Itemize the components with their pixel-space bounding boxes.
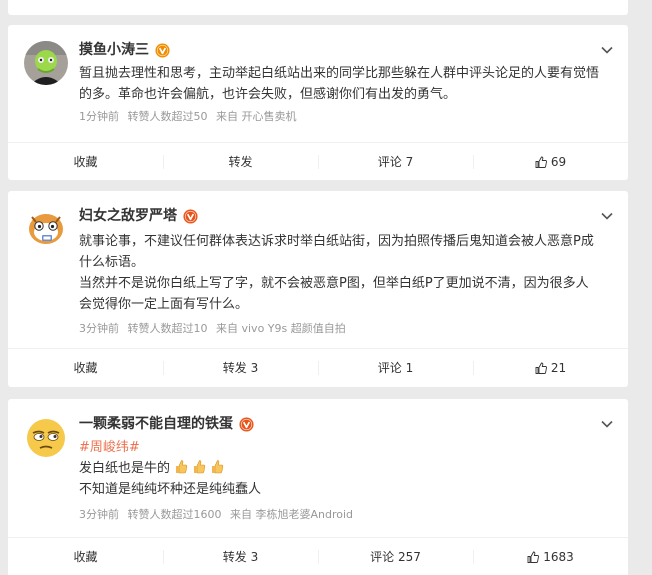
thumbs-up-emoji-icon [176, 460, 188, 474]
post-time[interactable]: 1分钟前 [79, 110, 119, 123]
post-text-line-1: 发白纸也是牛的 [79, 458, 600, 479]
verified-badge-icon [183, 208, 198, 224]
post-content: #周峻纬# 发白纸也是牛的 不知道是纯纯坏种还是纯纯蠢人 [79, 437, 600, 500]
collect-label: 收藏 [73, 155, 98, 169]
chevron-down-icon[interactable] [600, 417, 614, 431]
thumbs-up-icon [527, 551, 540, 563]
post-time[interactable]: 3分钟前 [79, 322, 119, 335]
post-text: 发白纸也是牛的 [79, 461, 171, 476]
repost-label: 转发 [228, 155, 253, 169]
like-count: 1683 [543, 549, 574, 564]
comment-label: 评论 257 [370, 550, 421, 564]
repost-button[interactable]: 转发 [163, 143, 318, 180]
repost-count-note: 转赞人数超过1600 [127, 508, 222, 521]
post-text-paragraph-2: 当然并不是说你白纸上写了字，就不会被恶意P图，但举白纸P了更加说不清，因为很多人… [79, 276, 589, 312]
post-text-paragraph-1: 就事论事，不建议任何群体表达诉求时举白纸站街，因为拍照传播后鬼知道会被人恶意P成… [79, 234, 594, 270]
comment-button[interactable]: 评论 7 [318, 143, 473, 180]
post-content: 暂且抛去理性和思考，主动举起白纸站出来的同学比那些躲在人群中评头论足的人要有觉悟… [79, 63, 600, 105]
username-text[interactable]: 妇女之敌罗严塔 [79, 206, 177, 226]
comment-button[interactable]: 评论 1 [318, 349, 473, 386]
verified-badge-icon [239, 416, 254, 432]
collect-button[interactable]: 收藏 [8, 143, 163, 180]
feed-card-2: 妇女之敌罗严塔 就事论事，不建议任何群体表达诉求时举白纸站街，因为拍照传播后鬼知… [8, 191, 628, 387]
repost-button[interactable]: 转发 3 [163, 349, 318, 386]
repost-count-note: 转赞人数超过50 [127, 110, 208, 123]
post-meta: 3分钟前 转赞人数超过1600 来自 李栋旭老婆Android [79, 507, 358, 523]
like-button[interactable]: 69 [473, 143, 628, 180]
post-meta: 3分钟前 转赞人数超过10 来自 vivo Y9s 超颜值自拍 [79, 321, 351, 337]
username[interactable]: 摸鱼小涛三 [79, 40, 170, 60]
verified-badge-icon [155, 42, 170, 58]
collect-label: 收藏 [73, 550, 98, 564]
like-button[interactable]: 21 [473, 349, 628, 386]
post-text-line-2: 不知道是纯纯坏种还是纯纯蠢人 [79, 482, 262, 497]
thumbs-up-icon [535, 156, 547, 168]
post-source: 来自 vivo Y9s 超颜值自拍 [216, 322, 346, 335]
repost-label: 转发 3 [222, 550, 259, 564]
collect-button[interactable]: 收藏 [8, 538, 163, 575]
action-bar: 收藏 转发 3 评论 1 21 [8, 348, 628, 386]
post-meta: 1分钟前 转赞人数超过50 来自 开心售卖机 [79, 109, 302, 125]
feed-card-3: 一颗柔弱不能自理的铁蛋 #周峻纬# 发白纸也是牛的 不知道是纯纯坏种还是纯纯蠢人… [8, 399, 628, 575]
comment-label: 评论 1 [377, 361, 414, 375]
like-button[interactable]: 1683 [473, 538, 628, 575]
thumbs-up-icon [535, 362, 547, 374]
like-count: 21 [550, 360, 567, 375]
post-source: 来自 开心售卖机 [216, 110, 297, 123]
post-time[interactable]: 3分钟前 [79, 508, 119, 521]
post-text: 暂且抛去理性和思考，主动举起白纸站出来的同学比那些躲在人群中评头论足的人要有觉悟… [79, 66, 600, 102]
repost-label: 转发 3 [222, 361, 259, 375]
action-bar: 收藏 转发 评论 7 69 [8, 142, 628, 180]
post-content: 就事论事，不建议任何群体表达诉求时举白纸站街，因为拍照传播后鬼知道会被人恶意P成… [79, 231, 600, 315]
repost-button[interactable]: 转发 3 [163, 538, 318, 575]
chevron-down-icon[interactable] [600, 43, 614, 57]
comment-button[interactable]: 评论 257 [318, 538, 473, 575]
hashtag-link[interactable]: #周峻纬# [79, 440, 140, 455]
repost-count-note: 转赞人数超过10 [127, 322, 208, 335]
avatar[interactable] [24, 415, 68, 459]
like-count: 69 [550, 154, 567, 169]
previous-card-edge [8, 0, 628, 15]
post-source: 来自 李栋旭老婆Android [230, 508, 354, 521]
thumbs-up-emoji-icon [194, 460, 206, 474]
thumbs-up-emoji-icon [212, 460, 224, 474]
comment-label: 评论 7 [377, 155, 414, 169]
avatar[interactable] [24, 207, 68, 251]
username[interactable]: 一颗柔弱不能自理的铁蛋 [79, 414, 254, 434]
username-text[interactable]: 摸鱼小涛三 [79, 40, 149, 60]
feed-card-1: 摸鱼小涛三 暂且抛去理性和思考，主动举起白纸站出来的同学比那些躲在人群中评头论足… [8, 25, 628, 180]
username-text[interactable]: 一颗柔弱不能自理的铁蛋 [79, 414, 233, 434]
collect-label: 收藏 [73, 361, 98, 375]
collect-button[interactable]: 收藏 [8, 349, 163, 386]
username[interactable]: 妇女之敌罗严塔 [79, 206, 198, 226]
action-bar: 收藏 转发 3 评论 257 1683 [8, 537, 628, 575]
avatar[interactable] [24, 41, 68, 85]
chevron-down-icon[interactable] [600, 209, 614, 223]
